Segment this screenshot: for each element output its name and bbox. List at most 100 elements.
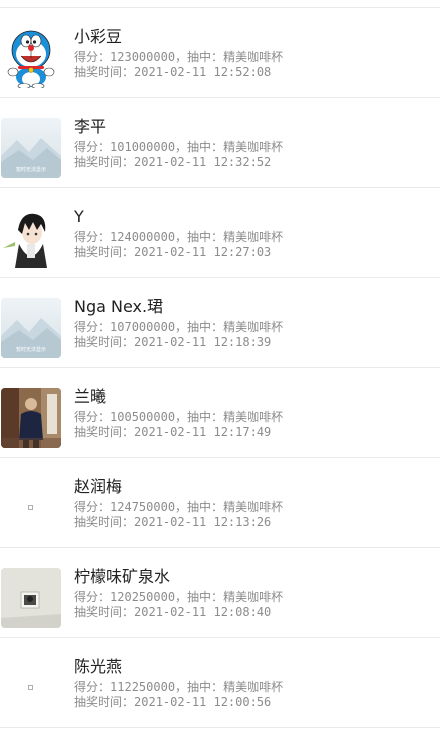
avatar — [1, 208, 61, 268]
list-item: 暂时无法显示 李平 得分：101000000，抽中：精美咖啡杯 抽奖时间：202… — [0, 98, 440, 188]
score-value: 124000000 — [110, 230, 176, 244]
score-label: 得分： — [74, 590, 111, 604]
prize-label: ，抽中： — [175, 230, 224, 244]
score-prize-line: 得分：120250000，抽中：精美咖啡杯 — [74, 590, 440, 605]
avatar — [1, 388, 61, 448]
avatar: 暂时无法显示 — [1, 298, 61, 358]
photo-avatar-icon — [1, 568, 61, 628]
user-name: 陈光燕 — [74, 657, 123, 676]
list-item: 兰曦 得分：100500000，抽中：精美咖啡杯 抽奖时间：2021-02-11… — [0, 368, 440, 458]
time-label: 抽奖时间： — [74, 65, 135, 79]
svg-text:暂时无法显示: 暂时无法显示 — [16, 346, 46, 353]
record-info: 柠檬味矿泉水 得分：120250000，抽中：精美咖啡杯 抽奖时间：2021-0… — [74, 567, 440, 620]
time-label: 抽奖时间： — [74, 605, 135, 619]
time-label: 抽奖时间： — [74, 695, 135, 709]
prize-label: ，抽中： — [175, 320, 224, 334]
score-value: 101000000 — [110, 140, 176, 154]
time-line: 抽奖时间：2021-02-11 12:32:52 — [74, 155, 440, 170]
broken-image-icon — [1, 478, 61, 538]
prize-value: 精美咖啡杯 — [223, 140, 284, 154]
prize-label: ，抽中： — [175, 410, 224, 424]
avatar — [1, 658, 61, 718]
time-value: 2021-02-11 12:18:39 — [134, 335, 272, 349]
time-label: 抽奖时间： — [74, 425, 135, 439]
score-label: 得分： — [74, 500, 111, 514]
avatar — [1, 478, 61, 538]
user-name: 赵润梅 — [74, 477, 123, 496]
image-placeholder-icon: 暂时无法显示 — [1, 118, 61, 178]
score-label: 得分： — [74, 680, 111, 694]
record-info: Y 得分：124000000，抽中：精美咖啡杯 抽奖时间：2021-02-11 … — [74, 207, 440, 260]
score-prize-line: 得分：124750000，抽中：精美咖啡杯 — [74, 500, 440, 515]
time-line: 抽奖时间：2021-02-11 12:00:56 — [74, 695, 440, 710]
user-name: Y — [74, 207, 84, 226]
record-info: 赵润梅 得分：124750000，抽中：精美咖啡杯 抽奖时间：2021-02-1… — [74, 477, 440, 530]
list-item: 赵润梅 得分：124750000，抽中：精美咖啡杯 抽奖时间：2021-02-1… — [0, 458, 440, 548]
prize-value: 精美咖啡杯 — [223, 50, 284, 64]
image-placeholder-icon: 暂时无法显示 — [1, 298, 61, 358]
time-value: 2021-02-11 12:27:03 — [134, 245, 272, 259]
time-value: 2021-02-11 12:52:08 — [134, 65, 272, 79]
user-name: 柠檬味矿泉水 — [74, 567, 171, 586]
score-prize-line: 得分：112250000，抽中：精美咖啡杯 — [74, 680, 440, 695]
score-label: 得分： — [74, 50, 111, 64]
prize-label: ，抽中： — [175, 680, 224, 694]
score-value: 120250000 — [110, 590, 176, 604]
prize-label: ，抽中： — [175, 590, 224, 604]
time-label: 抽奖时间： — [74, 245, 135, 259]
time-label: 抽奖时间： — [74, 155, 135, 169]
time-line: 抽奖时间：2021-02-11 12:08:40 — [74, 605, 440, 620]
broken-image-icon — [1, 658, 61, 718]
avatar: 暂时无法显示 — [1, 118, 61, 178]
record-info: 陈光燕 得分：112250000，抽中：精美咖啡杯 抽奖时间：2021-02-1… — [74, 657, 440, 710]
time-value: 2021-02-11 12:32:52 — [134, 155, 272, 169]
avatar — [1, 568, 61, 628]
photo-avatar-icon — [1, 388, 61, 448]
prize-value: 精美咖啡杯 — [223, 680, 284, 694]
score-value: 107000000 — [110, 320, 176, 334]
score-label: 得分： — [74, 230, 111, 244]
prize-value: 精美咖啡杯 — [223, 230, 284, 244]
score-prize-line: 得分：123000000，抽中：精美咖啡杯 — [74, 50, 440, 65]
record-info: 小彩豆 得分：123000000，抽中：精美咖啡杯 抽奖时间：2021-02-1… — [74, 27, 440, 80]
prize-value: 精美咖啡杯 — [223, 410, 284, 424]
list-item: 柠檬味矿泉水 得分：120250000，抽中：精美咖啡杯 抽奖时间：2021-0… — [0, 548, 440, 638]
time-value: 2021-02-11 12:13:26 — [134, 515, 272, 529]
user-name: 李平 — [74, 117, 107, 136]
record-info: 李平 得分：101000000，抽中：精美咖啡杯 抽奖时间：2021-02-11… — [74, 117, 440, 170]
user-name: Nga Nex.珺 — [74, 297, 164, 316]
score-label: 得分： — [74, 320, 111, 334]
user-name: 小彩豆 — [74, 27, 123, 46]
prize-value: 精美咖啡杯 — [223, 320, 284, 334]
time-line: 抽奖时间：2021-02-11 12:17:49 — [74, 425, 440, 440]
lottery-record-list: 小彩豆 得分：123000000，抽中：精美咖啡杯 抽奖时间：2021-02-1… — [0, 7, 440, 728]
time-label: 抽奖时间： — [74, 515, 135, 529]
avatar — [1, 28, 61, 88]
user-name: 兰曦 — [74, 387, 107, 406]
time-value: 2021-02-11 12:17:49 — [134, 425, 272, 439]
prize-label: ，抽中： — [175, 500, 224, 514]
time-label: 抽奖时间： — [74, 335, 135, 349]
doraemon-avatar-icon — [1, 28, 61, 88]
score-value: 124750000 — [110, 500, 176, 514]
prize-label: ，抽中： — [175, 50, 224, 64]
score-label: 得分： — [74, 140, 111, 154]
time-value: 2021-02-11 12:00:56 — [134, 695, 272, 709]
time-line: 抽奖时间：2021-02-11 12:27:03 — [74, 245, 440, 260]
list-item: 小彩豆 得分：123000000，抽中：精美咖啡杯 抽奖时间：2021-02-1… — [0, 8, 440, 98]
score-value: 112250000 — [110, 680, 176, 694]
list-item: 陈光燕 得分：112250000，抽中：精美咖啡杯 抽奖时间：2021-02-1… — [0, 638, 440, 728]
time-line: 抽奖时间：2021-02-11 12:52:08 — [74, 65, 440, 80]
time-line: 抽奖时间：2021-02-11 12:18:39 — [74, 335, 440, 350]
anime-avatar-icon — [1, 208, 61, 268]
prize-value: 精美咖啡杯 — [223, 590, 284, 604]
record-info: 兰曦 得分：100500000，抽中：精美咖啡杯 抽奖时间：2021-02-11… — [74, 387, 440, 440]
prize-label: ，抽中： — [175, 140, 224, 154]
score-label: 得分： — [74, 410, 111, 424]
svg-text:暂时无法显示: 暂时无法显示 — [16, 166, 46, 173]
score-prize-line: 得分：107000000，抽中：精美咖啡杯 — [74, 320, 440, 335]
score-prize-line: 得分：101000000，抽中：精美咖啡杯 — [74, 140, 440, 155]
score-value: 123000000 — [110, 50, 176, 64]
score-value: 100500000 — [110, 410, 176, 424]
prize-value: 精美咖啡杯 — [223, 500, 284, 514]
